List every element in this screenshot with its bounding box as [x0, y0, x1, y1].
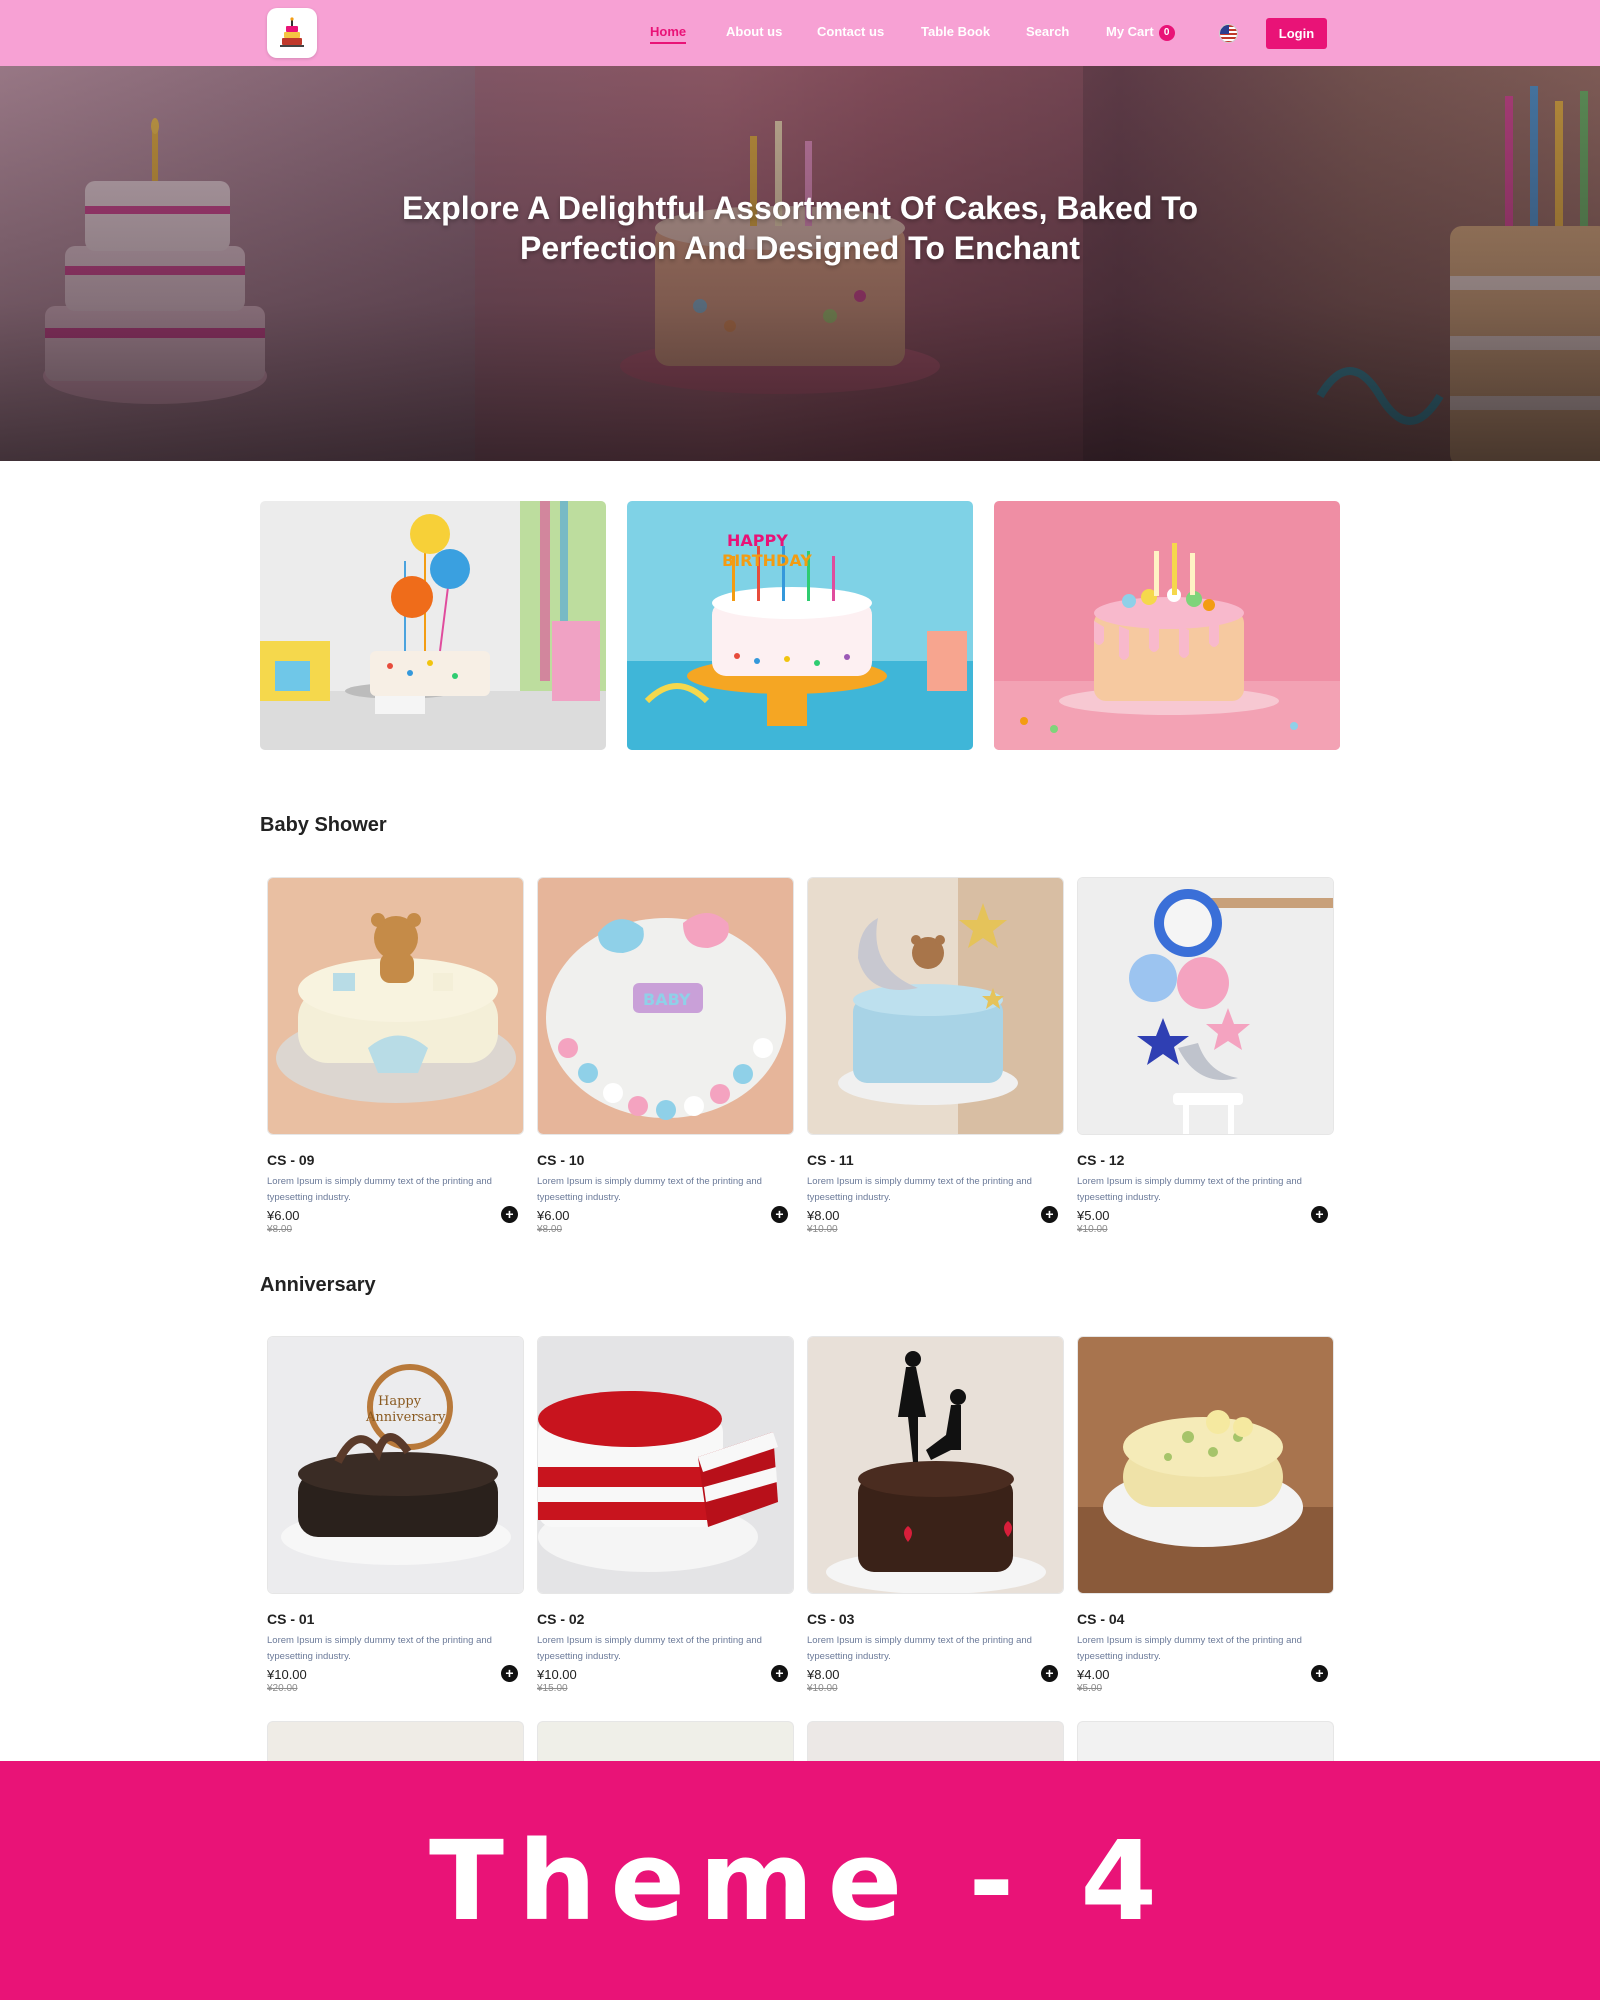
section-title-baby-shower: Baby Shower — [260, 814, 387, 836]
product-name: CS - 04 — [1077, 1611, 1125, 1627]
product-old-price: ¥15.00 — [537, 1683, 568, 1694]
pistachio-cake-image — [1078, 1337, 1333, 1593]
nav-contact[interactable]: Contact us — [817, 24, 884, 39]
product-description: Lorem Ipsum is simply dummy text of the … — [537, 1176, 762, 1203]
us-flag-icon[interactable] — [1219, 24, 1238, 43]
nav-home[interactable]: Home — [650, 24, 687, 44]
product-price: ¥4.00 — [1077, 1667, 1110, 1682]
promo-banner-birthday[interactable]: HAPPY BIRTHDAY — [627, 501, 973, 750]
drip-cake-image — [994, 501, 1340, 750]
product-card[interactable]: CS - 02 Lorem Ipsum is simply dummy text… — [537, 1336, 794, 1694]
product-price: ¥8.00 — [807, 1208, 840, 1223]
add-to-cart-plus-icon[interactable]: + — [771, 1206, 788, 1223]
add-to-cart-plus-icon[interactable]: + — [771, 1665, 788, 1682]
product-image-partial[interactable] — [267, 1721, 524, 1761]
product-image[interactable]: Happy Anniversary — [267, 1336, 524, 1594]
product-image[interactable]: BABY — [537, 877, 794, 1135]
product-old-price: ¥8.00 — [267, 1224, 293, 1235]
svg-text:Anniversary: Anniversary — [365, 1410, 446, 1425]
product-card[interactable]: CS - 03 Lorem Ipsum is simply dummy text… — [807, 1336, 1064, 1694]
product-old-price: ¥10.00 — [807, 1683, 838, 1694]
product-old-price: ¥10.00 — [807, 1224, 838, 1235]
product-card[interactable]: BABY CS - 10 Lorem Ipsum is simply dummy… — [537, 877, 794, 1235]
product-description: Lorem Ipsum is simply dummy text of the … — [1077, 1176, 1302, 1203]
product-old-price: ¥5.00 — [1077, 1683, 1103, 1694]
product-image-partial[interactable] — [537, 1721, 794, 1761]
product-card[interactable]: Happy Anniversary CS - 01 Lorem Ipsum is… — [267, 1336, 524, 1694]
product-name: CS - 11 — [807, 1152, 854, 1168]
product-image[interactable] — [1077, 877, 1334, 1135]
product-price: ¥10.00 — [267, 1667, 307, 1682]
product-image-partial[interactable] — [1077, 1721, 1334, 1761]
product-image[interactable] — [267, 877, 524, 1135]
product-price: ¥8.00 — [807, 1667, 840, 1682]
product-description: Lorem Ipsum is simply dummy text of the … — [267, 1176, 492, 1203]
product-description: Lorem Ipsum is simply dummy text of the … — [537, 1635, 762, 1662]
product-image[interactable] — [807, 877, 1064, 1135]
section-title-anniversary: Anniversary — [260, 1274, 376, 1296]
product-image-partial[interactable] — [807, 1721, 1064, 1761]
product-image[interactable] — [1077, 1336, 1334, 1594]
svg-text:Happy: Happy — [378, 1394, 422, 1409]
balloon-cake-image — [260, 501, 606, 750]
moon-teddy-cake-image — [808, 878, 1063, 1134]
product-price: ¥6.00 — [537, 1208, 570, 1223]
nav-cart-label: My Cart — [1106, 24, 1154, 39]
product-price: ¥6.00 — [267, 1208, 300, 1223]
couple-topper-cake-image — [808, 1337, 1063, 1593]
hero-title: Explore A Delightful Assortment Of Cakes… — [402, 190, 1198, 266]
promo-banner-drip-cake[interactable] — [994, 501, 1340, 750]
teddy-cake-image — [268, 878, 523, 1134]
add-to-cart-plus-icon[interactable]: + — [1311, 1665, 1328, 1682]
product-name: CS - 12 — [1077, 1152, 1125, 1168]
product-name: CS - 09 — [267, 1152, 315, 1168]
svg-text:BIRTHDAY: BIRTHDAY — [722, 551, 812, 570]
product-description: Lorem Ipsum is simply dummy text of the … — [807, 1176, 1032, 1203]
login-button[interactable]: Login — [1266, 18, 1327, 49]
theme-label: Theme - 4 — [429, 1816, 1171, 1945]
product-name: CS - 03 — [807, 1611, 855, 1627]
product-description: Lorem Ipsum is simply dummy text of the … — [267, 1635, 492, 1662]
chocolate-anniversary-cake-image: Happy Anniversary — [268, 1337, 523, 1593]
product-image[interactable] — [807, 1336, 1064, 1594]
nav-about[interactable]: About us — [726, 24, 782, 39]
nav-table-book[interactable]: Table Book — [921, 24, 990, 39]
product-name: CS - 10 — [537, 1152, 585, 1168]
top-navbar: Home About us Contact us Table Book Sear… — [0, 0, 1600, 66]
product-image[interactable] — [537, 1336, 794, 1594]
product-old-price: ¥8.00 — [537, 1224, 563, 1235]
theme-label-bar: Theme - 4 — [0, 1761, 1600, 2000]
svg-text:BABY: BABY — [643, 990, 691, 1009]
birthday-cake-image: HAPPY BIRTHDAY — [627, 501, 973, 750]
product-old-price: ¥20.00 — [267, 1683, 298, 1694]
product-card[interactable]: CS - 04 Lorem Ipsum is simply dummy text… — [1077, 1336, 1334, 1694]
product-price: ¥5.00 — [1077, 1208, 1110, 1223]
add-to-cart-plus-icon[interactable]: + — [1041, 1206, 1058, 1223]
nav-search[interactable]: Search — [1026, 24, 1069, 39]
hero-banner: Explore A Delightful Assortment Of Cakes… — [0, 66, 1600, 461]
baby-shoes-cake-image: BABY — [538, 878, 793, 1134]
product-description: Lorem Ipsum is simply dummy text of the … — [807, 1635, 1032, 1662]
baby-shower-balloons-image — [1078, 878, 1333, 1134]
add-to-cart-plus-icon[interactable]: + — [1311, 1206, 1328, 1223]
product-description: Lorem Ipsum is simply dummy text of the … — [1077, 1635, 1302, 1662]
product-old-price: ¥10.00 — [1077, 1224, 1108, 1235]
product-price: ¥10.00 — [537, 1667, 577, 1682]
cart-count-badge: 0 — [1158, 24, 1175, 41]
add-to-cart-plus-icon[interactable]: + — [501, 1665, 518, 1682]
add-to-cart-plus-icon[interactable]: + — [501, 1206, 518, 1223]
logo[interactable] — [267, 8, 317, 58]
cake-logo-icon — [280, 17, 304, 47]
nav-cart[interactable]: My Cart 0 — [1106, 24, 1175, 41]
product-card[interactable]: CS - 09 Lorem Ipsum is simply dummy text… — [267, 877, 524, 1235]
product-name: CS - 01 — [267, 1611, 315, 1627]
product-card[interactable]: CS - 12 Lorem Ipsum is simply dummy text… — [1077, 877, 1334, 1235]
red-velvet-cake-image — [538, 1337, 793, 1593]
product-name: CS - 02 — [537, 1611, 585, 1627]
add-to-cart-plus-icon[interactable]: + — [1041, 1665, 1058, 1682]
svg-text:HAPPY: HAPPY — [727, 531, 788, 550]
product-card[interactable]: CS - 11 Lorem Ipsum is simply dummy text… — [807, 877, 1064, 1235]
promo-banner-balloons[interactable] — [260, 501, 606, 750]
